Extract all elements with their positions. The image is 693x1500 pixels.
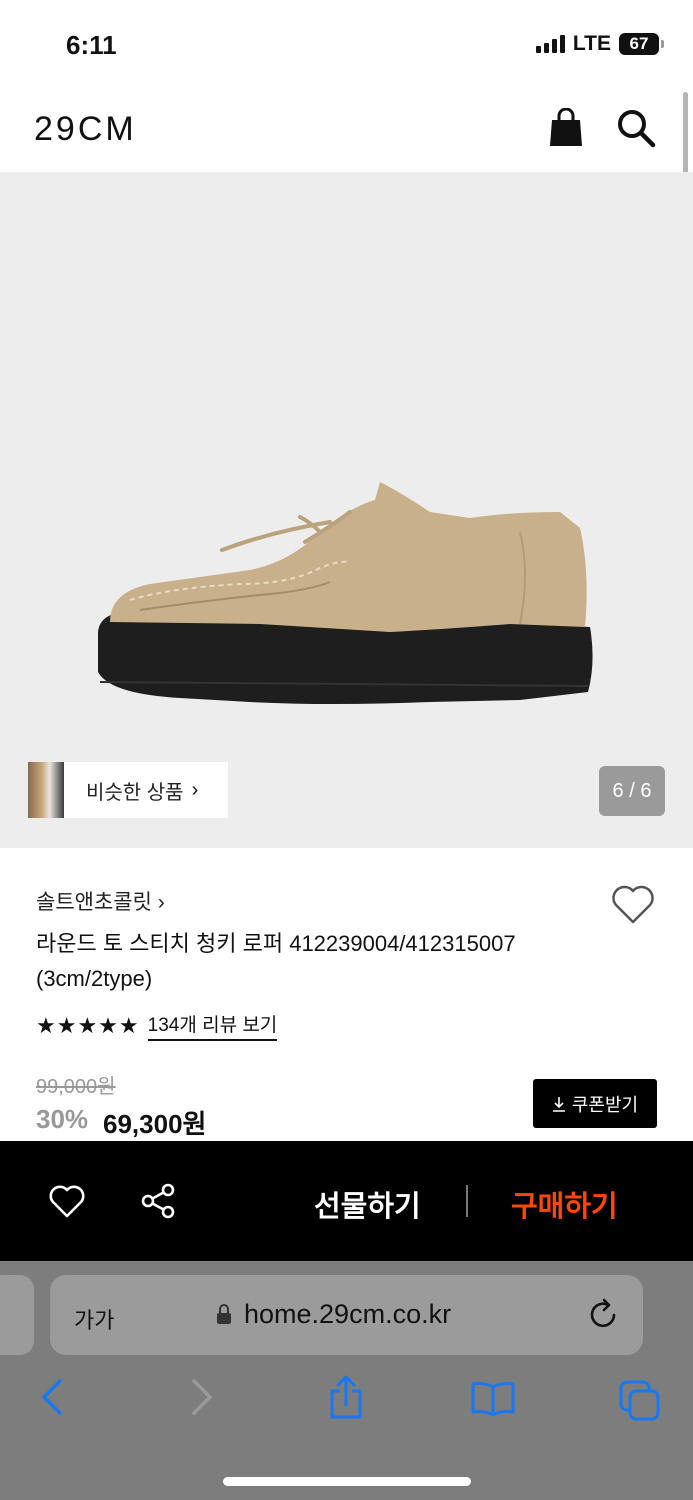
chevron-right-icon: › xyxy=(157,891,165,914)
brand-link[interactable]: 솔트앤초콜릿 › xyxy=(36,886,165,916)
back-icon[interactable] xyxy=(38,1377,66,1417)
coupon-button[interactable]: 쿠폰받기 xyxy=(533,1079,657,1128)
rating-stars: ★★★★★ xyxy=(36,1012,140,1038)
lock-icon xyxy=(217,1304,231,1324)
reload-icon[interactable] xyxy=(588,1297,620,1331)
rating-row: ★★★★★ 134개 리뷰 보기 xyxy=(36,1010,278,1041)
product-image-shoe xyxy=(98,482,593,704)
tabs-icon[interactable] xyxy=(618,1379,662,1423)
search-icon[interactable] xyxy=(616,108,656,148)
network-label: LTE xyxy=(572,32,611,55)
discount-rate: 30% xyxy=(36,1104,89,1134)
brand-name: 솔트앤초콜릿 xyxy=(36,891,152,914)
site-logo[interactable]: 29CM xyxy=(34,110,137,149)
review-link[interactable]: 134개 리뷰 보기 xyxy=(147,1010,278,1041)
share-sheet-icon[interactable] xyxy=(328,1375,364,1421)
status-indicators: LTE 67 xyxy=(535,32,664,56)
similar-products-button[interactable]: 비슷한 상품 › xyxy=(28,762,228,818)
share-icon[interactable] xyxy=(140,1183,176,1219)
wishlist-heart-icon[interactable] xyxy=(610,882,656,926)
bookmarks-icon[interactable] xyxy=(470,1381,516,1417)
shopping-bag-icon[interactable] xyxy=(548,108,584,148)
forward-icon[interactable] xyxy=(188,1377,216,1417)
similar-label: 비슷한 상품 xyxy=(86,781,184,804)
image-counter: 6 / 6 xyxy=(599,766,665,816)
url-text: home.29cm.co.kr xyxy=(244,1299,452,1329)
download-icon xyxy=(552,1096,565,1112)
chevron-right-icon: › xyxy=(191,778,199,801)
product-image-gallery[interactable]: 비슷한 상품 › 6 / 6 xyxy=(0,172,693,848)
signal-icon xyxy=(535,35,565,53)
site-header: 29CM xyxy=(0,88,693,172)
text-size-button[interactable]: 가가 xyxy=(74,1303,114,1335)
purchase-action-bar: 선물하기 구매하기 xyxy=(0,1141,693,1261)
sale-price: 69,300원 xyxy=(103,1109,207,1139)
browser-toolbar: 가가 home.29cm.co.kr xyxy=(0,1261,693,1500)
home-indicator xyxy=(223,1477,471,1486)
previous-tab-preview[interactable] xyxy=(0,1275,34,1355)
address-bar[interactable]: 가가 home.29cm.co.kr xyxy=(50,1275,643,1355)
action-divider xyxy=(466,1185,468,1217)
original-price: 99,000원 xyxy=(36,1076,116,1098)
similar-thumbnail xyxy=(28,762,64,818)
coupon-label: 쿠폰받기 xyxy=(571,1094,639,1115)
buy-button[interactable]: 구매하기 xyxy=(511,1183,618,1225)
product-title: 라운드 토 스티치 청키 로퍼 412239004/412315007 (3cm… xyxy=(36,931,516,991)
status-bar: 6:11 LTE 67 xyxy=(0,0,693,88)
like-heart-icon[interactable] xyxy=(48,1183,86,1219)
battery-icon: 67 xyxy=(619,33,664,55)
status-time: 6:11 xyxy=(66,30,117,60)
gift-button[interactable]: 선물하기 xyxy=(314,1183,421,1225)
